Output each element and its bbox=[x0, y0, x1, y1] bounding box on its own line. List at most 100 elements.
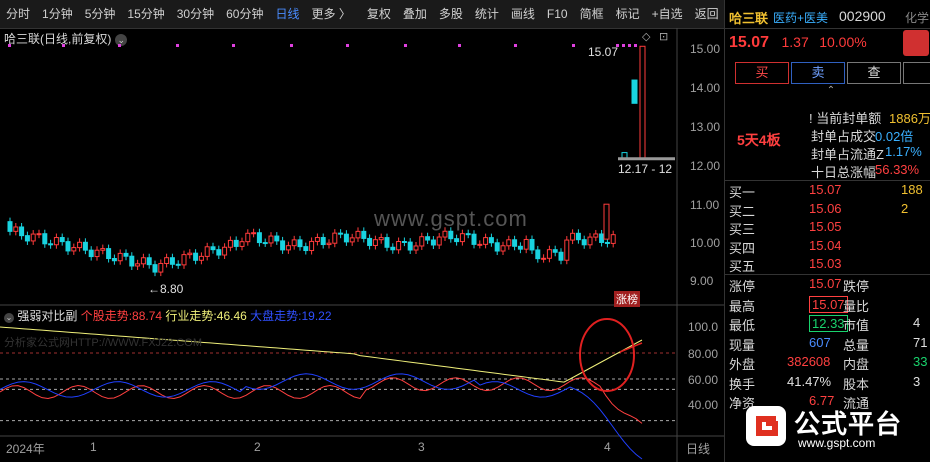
toolbar-item[interactable]: 标记 bbox=[610, 0, 646, 28]
marker-dot bbox=[628, 44, 631, 47]
candle-body bbox=[471, 233, 477, 245]
toolbar-item[interactable]: +自选 bbox=[646, 0, 689, 28]
bid-volume: 188 bbox=[901, 182, 923, 197]
toolbar-item[interactable]: 60分钟 bbox=[220, 0, 269, 28]
marker-dot bbox=[458, 44, 461, 47]
stat-label: 现量 bbox=[729, 337, 756, 353]
bid-row[interactable]: 买一 15.07 188 bbox=[725, 182, 930, 201]
candle-body bbox=[535, 249, 541, 260]
candle-body bbox=[546, 249, 552, 259]
bid-row[interactable]: 买五 15.03 bbox=[725, 256, 930, 275]
candle-body bbox=[158, 262, 164, 273]
stat-label-2: 跌停 bbox=[843, 279, 870, 294]
seal-float-label: 封单占流通Z bbox=[811, 147, 884, 162]
stat-label: 外盘 bbox=[729, 357, 756, 372]
toolbar-item[interactable]: 30分钟 bbox=[171, 0, 220, 28]
price-change: 1.37 bbox=[781, 34, 809, 50]
candle-body bbox=[558, 251, 564, 261]
stat-label: 换手 bbox=[729, 376, 756, 392]
toolbar-item[interactable]: 简框 bbox=[574, 0, 610, 28]
buy-button[interactable]: 买 bbox=[735, 62, 789, 84]
seal-float-value: 1.17% bbox=[885, 144, 922, 159]
candle-body bbox=[71, 247, 77, 252]
industry-trend-label: 行业走势: bbox=[165, 309, 217, 323]
bid-row[interactable]: 买四 15.04 bbox=[725, 238, 930, 257]
toolbar-item[interactable]: 多股 bbox=[433, 0, 469, 28]
candle-body bbox=[407, 241, 413, 251]
stats-row: 涨停 15.07 跌停 bbox=[725, 276, 930, 295]
toolbar-item[interactable]: 更多 〉 bbox=[305, 0, 356, 28]
candle-body bbox=[483, 237, 489, 245]
bid-row[interactable]: 买三 15.05 bbox=[725, 219, 930, 238]
toolbar-item[interactable]: 返回 bbox=[689, 0, 725, 28]
candle-body bbox=[129, 255, 135, 267]
diamond-icon[interactable]: ◇ bbox=[642, 30, 650, 43]
stat-label-2: 量比 bbox=[843, 298, 870, 314]
candle-body bbox=[401, 241, 407, 244]
candle-body bbox=[349, 237, 355, 243]
candle-body bbox=[581, 239, 587, 246]
bid-row[interactable]: 买二 15.06 2 bbox=[725, 201, 930, 220]
toolbar-item[interactable]: 分时 bbox=[0, 0, 36, 28]
stats-row: 最低 12.33 市值 4 bbox=[725, 315, 930, 334]
candle-body bbox=[285, 245, 291, 251]
marker-dot bbox=[572, 44, 575, 47]
price-tick-label: 15.00 bbox=[690, 42, 721, 56]
candle-body bbox=[239, 241, 245, 247]
candle-body bbox=[604, 241, 610, 244]
candle-body bbox=[280, 240, 286, 251]
bid-level-label: 买四 bbox=[729, 240, 756, 256]
candlestick-chart[interactable] bbox=[0, 28, 724, 462]
time-tick-label: 4 bbox=[604, 440, 611, 454]
toolbar-item[interactable]: 画线 bbox=[505, 0, 541, 28]
candle-body bbox=[117, 252, 123, 262]
candle-body bbox=[24, 235, 30, 242]
toolbar-item[interactable]: 5分钟 bbox=[79, 0, 122, 28]
high-price-label: 15.07 bbox=[588, 45, 619, 59]
marker-dot bbox=[62, 44, 65, 47]
stat-value-2: 33 bbox=[913, 354, 928, 369]
candle-body bbox=[59, 237, 65, 243]
bid-level-label: 买一 bbox=[729, 185, 756, 200]
candle-body bbox=[378, 237, 384, 241]
candle-body bbox=[53, 237, 59, 246]
ten-day-value: 56.33% bbox=[875, 162, 920, 177]
toolbar-item[interactable]: 叠加 bbox=[397, 0, 433, 28]
limit-up-badge[interactable]: 涨榜 bbox=[614, 291, 640, 307]
chevron-up-icon[interactable]: ⌃ bbox=[821, 86, 841, 96]
more-button[interactable] bbox=[903, 62, 930, 84]
candle-body bbox=[448, 230, 454, 240]
toolbar-item[interactable]: 日线 bbox=[269, 0, 305, 28]
toolbar-item[interactable]: 复权 bbox=[361, 0, 397, 28]
toolbar-item[interactable]: 15分钟 bbox=[121, 0, 170, 28]
time-tick-label: 2024年 bbox=[6, 442, 45, 456]
candle-body bbox=[413, 245, 419, 251]
stock-concept-tags[interactable]: 医药+医美 bbox=[773, 9, 828, 26]
candle-body bbox=[494, 242, 500, 252]
chevron-down-icon[interactable]: ⌄ bbox=[4, 313, 14, 323]
candle-body bbox=[425, 236, 431, 241]
candle-body bbox=[187, 252, 193, 256]
candle-body bbox=[500, 245, 506, 252]
marker-dot bbox=[404, 44, 407, 47]
market-trend-value: 19.22 bbox=[301, 309, 332, 323]
candle-body bbox=[523, 238, 529, 250]
toolbar-item[interactable]: F10 bbox=[541, 0, 574, 28]
sell-button[interactable]: 卖 bbox=[791, 62, 845, 84]
candle-body bbox=[639, 45, 646, 160]
seal-ratio-value: 0.02倍 bbox=[875, 129, 914, 144]
query-button[interactable]: 查 bbox=[847, 62, 901, 84]
marker-dot bbox=[232, 44, 235, 47]
stock-name: 哈三联 bbox=[729, 11, 769, 26]
candle-body bbox=[164, 257, 170, 264]
toolbar-item[interactable]: 1分钟 bbox=[36, 0, 79, 28]
indicator-tick-label: 40.00 bbox=[688, 398, 719, 412]
candle-body bbox=[631, 79, 638, 104]
price-change-pct: 10.00% bbox=[819, 34, 867, 50]
stat-label-2: 总量 bbox=[843, 337, 870, 353]
maximize-icon[interactable]: ⊡ bbox=[659, 30, 668, 43]
candle-body bbox=[309, 240, 315, 252]
bid-volume: 2 bbox=[901, 200, 909, 216]
candle-body bbox=[430, 239, 436, 246]
toolbar-item[interactable]: 统计 bbox=[469, 0, 505, 28]
